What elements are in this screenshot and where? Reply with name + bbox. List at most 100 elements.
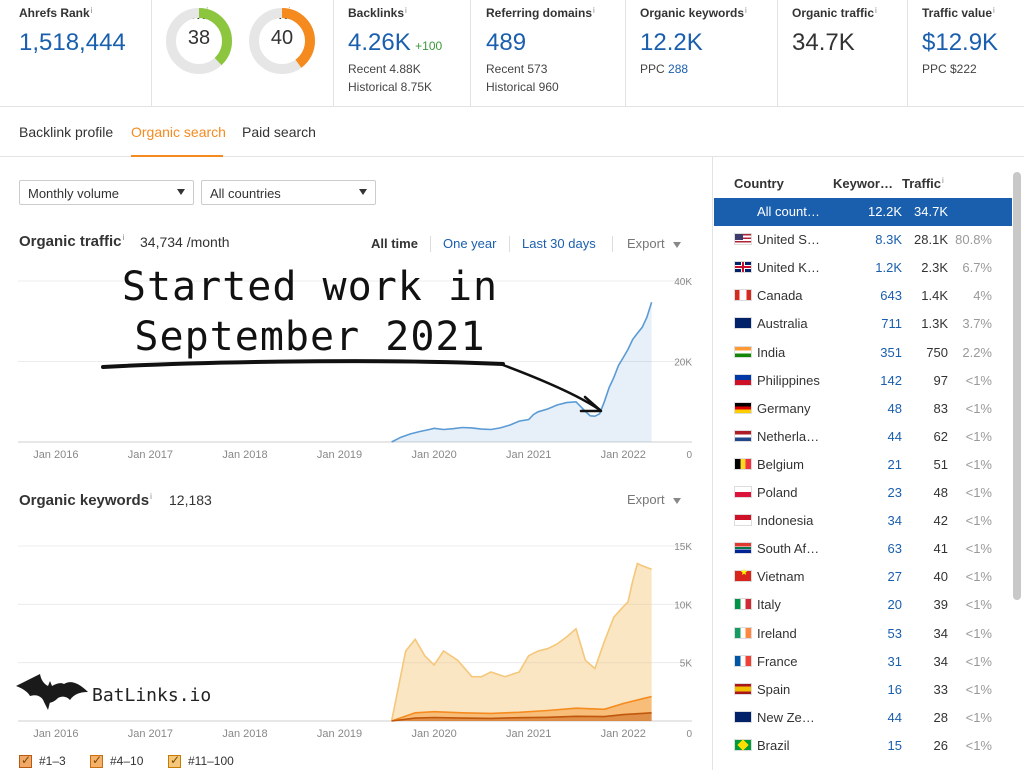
- table-row[interactable]: Indonesia 34 42 <1%: [714, 507, 1012, 535]
- organic-keywords-value[interactable]: 12.2K: [640, 29, 747, 57]
- country-keywords[interactable]: 34: [888, 513, 902, 528]
- country-keywords[interactable]: 711: [881, 316, 902, 331]
- table-row[interactable]: Ireland 53 34 <1%: [714, 620, 1012, 648]
- annotation-arrow: [101, 359, 603, 413]
- it-flag-icon: [734, 598, 752, 611]
- info-icon[interactable]: i: [745, 6, 747, 15]
- table-row[interactable]: New Ze… 44 28 <1%: [714, 704, 1012, 732]
- country-traffic: 40: [933, 569, 948, 585]
- country-traffic-pct: <1%: [965, 428, 992, 444]
- ph-flag-icon: [734, 373, 752, 386]
- country-traffic-pct: 3.7%: [962, 316, 992, 332]
- table-row[interactable]: ★ Vietnam 27 40 <1%: [714, 563, 1012, 591]
- divider: [712, 157, 713, 770]
- backlinks-recent: Recent 4.88K: [348, 62, 421, 76]
- info-icon[interactable]: i: [405, 6, 407, 15]
- country-traffic-pct: <1%: [965, 625, 992, 641]
- table-row[interactable]: Australia 711 1.3K 3.7%: [714, 310, 1012, 338]
- country-keywords[interactable]: 44: [888, 429, 902, 444]
- country-traffic: 48: [933, 485, 948, 500]
- volume-select[interactable]: Monthly volume: [19, 180, 194, 205]
- country-keywords[interactable]: 142: [880, 373, 902, 388]
- col-traffic-label: Traffic: [902, 176, 942, 191]
- country-traffic-pct: 80.8%: [955, 232, 992, 248]
- country-keywords[interactable]: 15: [888, 738, 902, 753]
- table-row[interactable]: France 31 34 <1%: [714, 648, 1012, 676]
- country-keywords[interactable]: 27: [888, 569, 902, 584]
- export-button[interactable]: Export: [627, 236, 681, 251]
- country-traffic: 83: [933, 400, 948, 416]
- referring-domains-value[interactable]: 489: [486, 29, 595, 57]
- col-traffic[interactable]: Traffici: [902, 176, 944, 191]
- divider: [333, 0, 334, 106]
- table-row[interactable]: Philippines 142 97 <1%: [714, 367, 1012, 395]
- info-icon[interactable]: i: [150, 492, 152, 501]
- organic-traffic-label: Organic traffic: [792, 6, 875, 20]
- country-keywords[interactable]: 20: [888, 597, 902, 612]
- table-row[interactable]: Netherla… 44 62 <1%: [714, 423, 1012, 451]
- country-keywords[interactable]: 1.2K: [875, 260, 902, 275]
- table-row[interactable]: Spain 16 33 <1%: [714, 676, 1012, 704]
- export-label: Export: [627, 236, 665, 251]
- country-name: Australia: [757, 316, 808, 332]
- es-flag-icon: [734, 682, 752, 695]
- backlinks-value[interactable]: 4.26K: [348, 29, 411, 56]
- table-row[interactable]: United K… 1.2K 2.3K 6.7%: [714, 254, 1012, 282]
- ahrefs-rank-value[interactable]: 1,518,444: [19, 29, 126, 57]
- info-icon[interactable]: i: [875, 6, 877, 15]
- col-keywords[interactable]: Keywor…: [833, 176, 893, 191]
- table-row[interactable]: Germany 48 83 <1%: [714, 395, 1012, 423]
- x-tick-label: Jan 2020: [411, 449, 456, 461]
- country-keywords[interactable]: 12.2K: [868, 204, 902, 219]
- range-all-time[interactable]: All time: [371, 236, 418, 251]
- divider: [612, 236, 613, 252]
- country-keywords[interactable]: 31: [888, 654, 902, 669]
- countries-select[interactable]: All countries: [201, 180, 376, 205]
- ppc-value[interactable]: 288: [668, 62, 688, 76]
- country-keywords[interactable]: 16: [888, 682, 902, 697]
- country-name: New Ze…: [757, 709, 815, 725]
- country-keywords[interactable]: 53: [888, 626, 902, 641]
- info-icon[interactable]: i: [593, 6, 595, 15]
- info-icon[interactable]: i: [942, 176, 944, 185]
- country-name: All count…: [757, 204, 820, 219]
- table-row[interactable]: Brazil 15 26 <1%: [714, 732, 1012, 760]
- country-name: Philippines: [757, 372, 820, 388]
- country-keywords[interactable]: 21: [888, 457, 902, 472]
- range-last-30-days[interactable]: Last 30 days: [522, 236, 596, 251]
- country-keywords[interactable]: 48: [888, 401, 902, 416]
- country-keywords[interactable]: 63: [888, 541, 902, 556]
- table-row[interactable]: United S… 8.3K 28.1K 80.8%: [714, 226, 1012, 254]
- country-keywords[interactable]: 23: [888, 485, 902, 500]
- col-country[interactable]: Country: [734, 176, 784, 191]
- table-row[interactable]: Canada 643 1.4K 4%: [714, 282, 1012, 310]
- country-keywords[interactable]: 44: [888, 710, 902, 725]
- export-button[interactable]: Export: [627, 492, 681, 507]
- table-row[interactable]: South Af… 63 41 <1%: [714, 535, 1012, 563]
- range-one-year[interactable]: One year: [443, 236, 496, 251]
- tab-paid-search[interactable]: Paid search: [242, 124, 316, 140]
- table-row[interactable]: Poland 23 48 <1%: [714, 479, 1012, 507]
- table-row[interactable]: India 351 750 2.2%: [714, 339, 1012, 367]
- info-icon[interactable]: i: [993, 6, 995, 15]
- tab-organic-search[interactable]: Organic search: [131, 124, 226, 140]
- country-traffic: 33: [933, 681, 948, 697]
- au-flag-icon: [734, 317, 752, 330]
- country-name: Brazil: [757, 737, 790, 753]
- table-row[interactable]: All count… 12.2K 34.7K: [714, 198, 1012, 226]
- za-flag-icon: [734, 542, 752, 555]
- country-keywords[interactable]: 351: [880, 345, 902, 360]
- country-keywords[interactable]: 643: [880, 288, 902, 303]
- country-traffic: 28.1K: [914, 232, 948, 248]
- scrollbar[interactable]: [1013, 172, 1021, 600]
- info-icon[interactable]: i: [123, 233, 125, 242]
- tab-backlink-profile[interactable]: Backlink profile: [19, 124, 113, 140]
- table-row[interactable]: Italy 20 39 <1%: [714, 591, 1012, 619]
- traffic-value-metric: Traffic valuei $12.9K PPC $222: [922, 6, 998, 78]
- info-icon[interactable]: i: [91, 6, 93, 15]
- x-tick-label: Jan 2016: [33, 728, 78, 740]
- table-row[interactable]: Belgium 21 51 <1%: [714, 451, 1012, 479]
- traffic-value-value[interactable]: $12.9K: [922, 29, 998, 57]
- country-keywords[interactable]: 8.3K: [875, 232, 902, 247]
- backlinks-label: Backlinks: [348, 6, 405, 20]
